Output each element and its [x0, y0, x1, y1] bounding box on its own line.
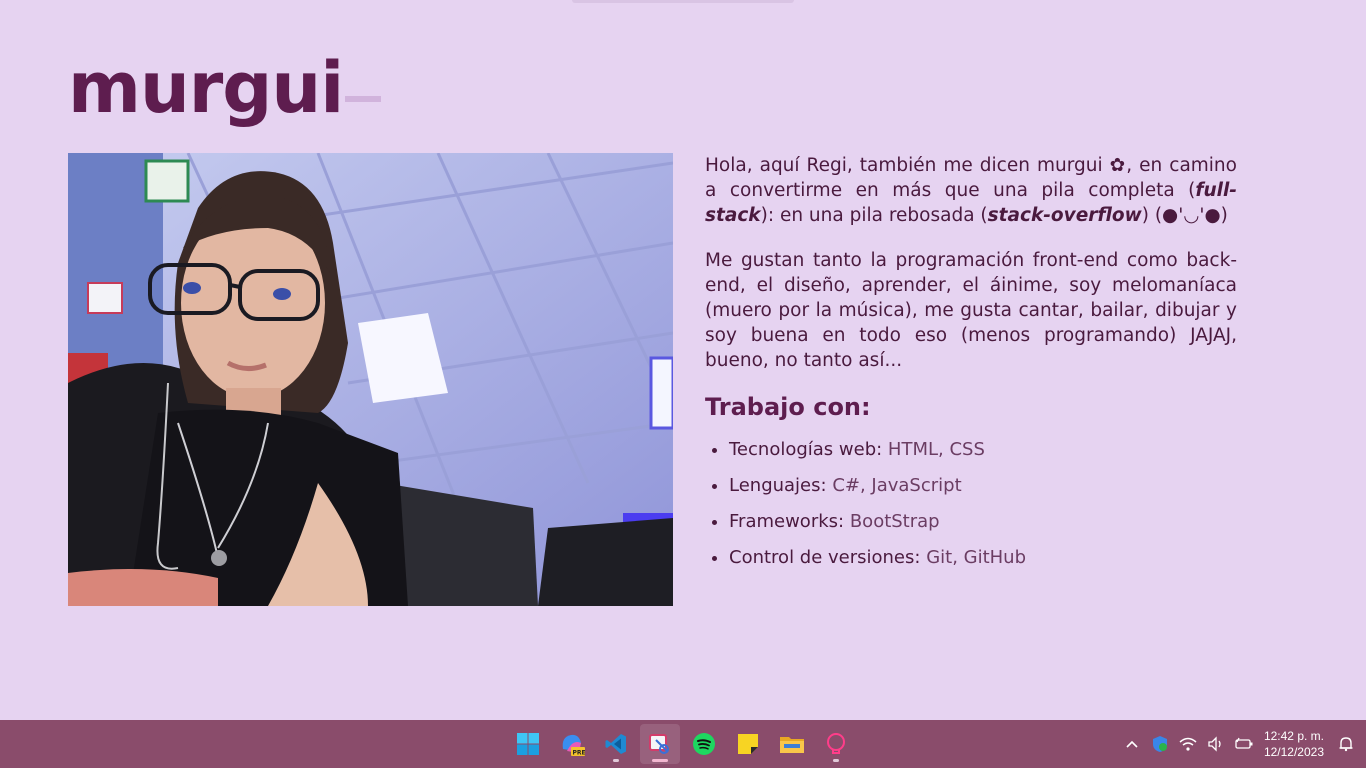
snipping-tool-icon: [649, 734, 669, 754]
profile-photo: [68, 153, 673, 606]
spotify-icon: [693, 733, 715, 755]
windows-taskbar: PRE 12:42 p. m. 12/12/2023: [0, 720, 1366, 768]
notification-bell-icon[interactable]: [1332, 730, 1360, 758]
sticky-notes-button[interactable]: [728, 724, 768, 764]
flower-icon: ✿: [1109, 155, 1127, 176]
taskbar-apps: PRE: [508, 724, 856, 764]
vscode-icon: [605, 734, 626, 754]
skill-item-web: Tecnologías web: HTML, CSS: [705, 439, 1237, 461]
logo-text: murgui: [68, 47, 344, 129]
interests-paragraph: Me gustan tanto la programación front-en…: [705, 250, 1237, 371]
security-shield-icon[interactable]: [1146, 730, 1174, 758]
copilot-pre-icon: PRE: [562, 734, 586, 757]
volume-icon[interactable]: [1202, 730, 1230, 758]
skills-title: Trabajo con:: [705, 393, 871, 421]
copilot-preview-button[interactable]: PRE: [552, 724, 592, 764]
intro-text-c: ): en una pila rebosada (: [760, 205, 988, 226]
about-content: Hola, aquí Regi, también me dicen murgui…: [705, 153, 1237, 583]
intro-text-a: Hola, aquí Regi, también me dicen murgui: [705, 155, 1110, 176]
skill-value: Git, GitHub: [926, 547, 1027, 568]
start-button[interactable]: [508, 724, 548, 764]
svg-text:PRE: PRE: [573, 750, 586, 757]
stackoverflow-term: stack-overflow: [987, 205, 1142, 226]
skill-item-vcs: Control de versiones: Git, GitHub: [705, 547, 1237, 569]
spotify-button[interactable]: [684, 724, 724, 764]
taskbar-clock[interactable]: 12:42 p. m. 12/12/2023: [1264, 728, 1324, 760]
pink-lightbulb-icon: [827, 733, 845, 754]
skill-item-languages: Lenguajes: C#, JavaScript: [705, 475, 1237, 497]
battery-icon[interactable]: [1230, 730, 1258, 758]
intro-paragraph: Hola, aquí Regi, también me dicen murgui…: [705, 153, 1237, 228]
skill-label: Frameworks:: [729, 511, 845, 532]
vscode-button[interactable]: [596, 724, 636, 764]
system-tray: 12:42 p. m. 12/12/2023: [1118, 720, 1366, 768]
intro-text-d: ) (●'◡'●): [1141, 205, 1228, 226]
clock-time: 12:42 p. m.: [1263, 729, 1324, 743]
wifi-icon[interactable]: [1174, 730, 1202, 758]
top-edge-handle: [572, 0, 794, 3]
site-logo: murgui: [68, 40, 382, 136]
folder-icon: [780, 737, 804, 753]
show-hidden-icons-chevron-icon[interactable]: [1118, 730, 1146, 758]
sticky-notes-icon: [738, 734, 758, 754]
windows-icon: [517, 733, 539, 755]
file-explorer-button[interactable]: [772, 724, 812, 764]
skill-value: C#, JavaScript: [832, 475, 962, 496]
pink-app-button[interactable]: [816, 724, 856, 764]
logo-cursor: [345, 96, 382, 102]
snipping-tool-button[interactable]: [640, 724, 680, 764]
skill-label: Control de versiones:: [729, 547, 921, 568]
skill-item-frameworks: Frameworks: BootStrap: [705, 511, 1237, 533]
skills-list: Tecnologías web: HTML, CSS Lenguajes: C#…: [705, 439, 1237, 569]
clock-date: 12/12/2023: [1263, 745, 1324, 759]
skill-value: BootStrap: [849, 511, 940, 532]
skill-label: Lenguajes:: [729, 475, 827, 496]
skill-value: HTML, CSS: [887, 439, 985, 460]
skill-label: Tecnologías web:: [729, 439, 883, 460]
